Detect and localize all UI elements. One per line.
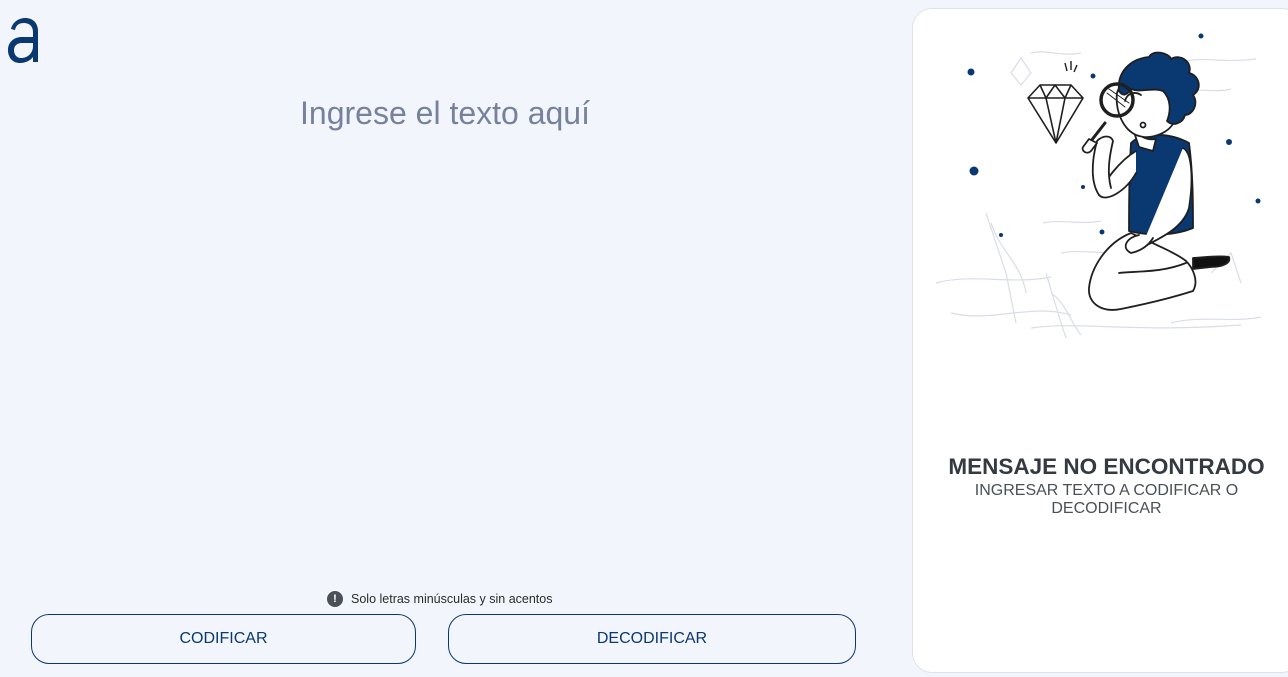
hint-text: Solo letras minúsculas y sin acentos [351, 592, 553, 606]
decode-button[interactable]: DECODIFICAR [448, 614, 856, 664]
page: ! Solo letras minúsculas y sin acentos C… [0, 0, 1288, 677]
exclamation-circle-icon: ! [327, 591, 343, 607]
output-subtitle: INGRESAR TEXTO A CODIFICAR O DECODIFICAR [974, 482, 1239, 517]
input-hint: ! Solo letras minúsculas y sin acentos [327, 590, 552, 608]
alura-logo-icon[interactable] [5, 15, 41, 67]
output-title: MENSAJE NO ENCONTRADO [948, 454, 1265, 479]
message-input[interactable] [60, 95, 830, 565]
person-with-magnifying-glass-icon [935, 33, 1262, 339]
encode-button[interactable]: CODIFICAR [31, 614, 416, 664]
output-panel: MENSAJE NO ENCONTRADO INGRESAR TEXTO A C… [912, 8, 1288, 673]
